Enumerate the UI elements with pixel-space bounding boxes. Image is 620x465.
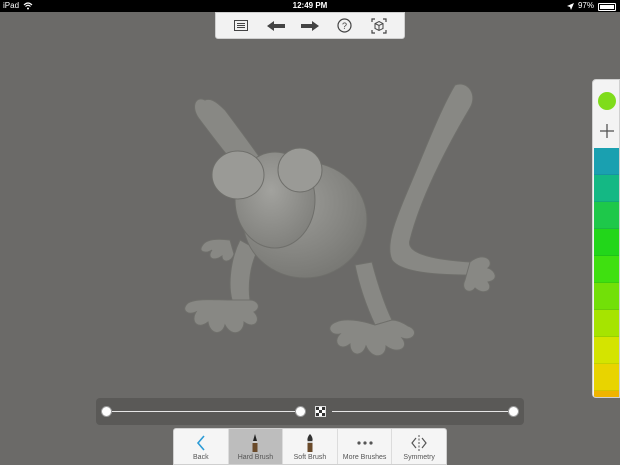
battery-percent: 97% [577, 1, 594, 10]
strength-slider-knob[interactable] [508, 406, 519, 417]
arrow-left-icon [266, 20, 285, 31]
brush-slider-bar [96, 398, 524, 425]
add-color-button[interactable] [593, 118, 619, 144]
battery-icon [598, 3, 616, 11]
back-button[interactable]: Back [174, 429, 229, 464]
soft-brush-icon [307, 434, 313, 452]
location-arrow-icon [566, 2, 574, 10]
color-swatch[interactable] [594, 148, 619, 175]
chevron-left-icon [196, 435, 205, 451]
help-button[interactable]: ? [332, 15, 356, 37]
symmetry-label: Symmetry [403, 454, 435, 461]
color-swatch[interactable] [594, 391, 619, 397]
color-swatch[interactable] [594, 175, 619, 202]
camera-button[interactable] [367, 15, 391, 37]
bottom-toolbar: Back Hard Brush Soft Brush More Brushes … [173, 428, 447, 465]
status-bar: iPad 12:49 PM 97% [0, 0, 620, 12]
hard-brush-button[interactable]: Hard Brush [228, 429, 284, 464]
color-swatch[interactable] [594, 229, 619, 256]
color-swatch[interactable] [594, 310, 619, 337]
checkerboard-icon [315, 406, 326, 417]
status-time: 12:49 PM [292, 1, 328, 10]
current-color-swatch[interactable] [598, 92, 616, 110]
arrow-right-icon [300, 20, 319, 31]
soft-brush-label: Soft Brush [293, 454, 327, 461]
plus-icon [600, 124, 614, 138]
more-brushes-button[interactable]: More Brushes [338, 429, 393, 464]
color-palette [592, 79, 620, 398]
symmetry-icon [411, 435, 427, 451]
sculpt-viewport[interactable] [0, 40, 590, 395]
color-swatch[interactable] [594, 202, 619, 229]
symmetry-button[interactable]: Symmetry [392, 429, 446, 464]
hard-brush-label: Hard Brush [237, 454, 274, 461]
color-swatches [594, 148, 619, 397]
cube-view-icon [371, 17, 387, 34]
redo-button[interactable] [298, 15, 322, 37]
undo-button[interactable] [264, 15, 288, 37]
color-swatch[interactable] [594, 283, 619, 310]
list-icon [234, 20, 249, 31]
frog-model[interactable] [0, 40, 590, 395]
gallery-button[interactable] [229, 15, 253, 37]
color-swatch[interactable] [594, 256, 619, 283]
top-toolbar: ? [215, 12, 405, 39]
ellipsis-icon [356, 441, 373, 445]
status-right: 97% [566, 0, 616, 12]
size-slider-knob[interactable] [295, 406, 306, 417]
svg-text:?: ? [342, 21, 347, 31]
hard-brush-icon [252, 434, 258, 452]
more-brushes-label: More Brushes [342, 454, 387, 461]
back-label: Back [193, 454, 209, 461]
soft-brush-button[interactable]: Soft Brush [283, 429, 338, 464]
strength-slider-track[interactable] [332, 411, 512, 412]
color-swatch[interactable] [594, 337, 619, 364]
color-swatch[interactable] [594, 364, 619, 391]
question-icon: ? [337, 18, 352, 33]
size-slider-start-knob[interactable] [101, 406, 112, 417]
size-slider-track[interactable] [106, 411, 301, 412]
